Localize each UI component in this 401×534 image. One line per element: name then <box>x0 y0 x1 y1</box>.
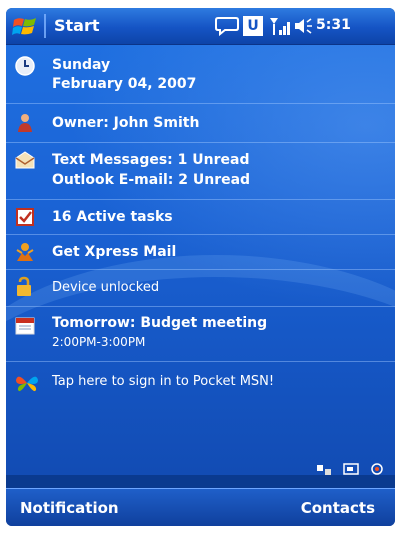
msn-signin-link: Tap here to sign in to Pocket MSN! <box>52 374 275 389</box>
device-lock-status: Device unlocked <box>52 280 160 295</box>
date-day: Sunday <box>52 57 111 73</box>
xpress-mail-link: Get Xpress Mail <box>52 244 177 260</box>
text-messages-status[interactable]: Text Messages: 1 Unread <box>52 152 249 168</box>
tray-icons <box>315 461 385 480</box>
windows-flag-icon[interactable] <box>12 15 38 37</box>
status-badge[interactable]: U <box>243 16 263 36</box>
clock-icon <box>15 56 35 76</box>
msn-butterfly-icon <box>16 376 38 392</box>
today-screen: Sunday February 04, 2007 Owner: John Smi… <box>6 45 395 475</box>
owner-name: Owner: John Smith <box>52 115 200 131</box>
device-screen: Start U 5:31 Sunday February 04, 2007 Ow… <box>6 8 395 526</box>
appointment-title: Tomorrow: Budget meeting <box>52 315 268 331</box>
title-separator <box>44 14 46 38</box>
signal-strength-icon[interactable] <box>268 15 292 37</box>
owner-row[interactable]: Owner: John Smith <box>6 104 395 143</box>
keyboard-icon[interactable] <box>342 462 364 476</box>
contacts-softkey[interactable]: Contacts <box>301 499 375 517</box>
speaker-volume-icon[interactable] <box>293 15 315 37</box>
xpress-mail-row[interactable]: Get Xpress Mail <box>6 235 395 270</box>
device-lock-row[interactable]: Device unlocked <box>6 270 395 307</box>
unlocked-padlock-icon <box>17 276 31 296</box>
clock-time[interactable]: 5:31 <box>316 17 351 33</box>
active-tasks: 16 Active tasks <box>52 209 173 225</box>
task-checkbox-icon <box>16 208 34 226</box>
date-full: February 04, 2007 <box>52 76 197 92</box>
notification-tray <box>6 463 395 488</box>
date-row[interactable]: Sunday February 04, 2007 <box>6 45 395 104</box>
tasks-row[interactable]: 16 Active tasks <box>6 200 395 235</box>
xpress-mail-icon <box>16 243 34 261</box>
chat-bubble-icon[interactable] <box>214 15 240 37</box>
calendar-row[interactable]: Tomorrow: Budget meeting 2:00PM-3:00PM <box>6 307 395 362</box>
calendar-icon <box>15 317 35 335</box>
appointment-time: 2:00PM-3:00PM <box>52 335 146 349</box>
msn-row[interactable]: Tap here to sign in to Pocket MSN! <box>6 362 395 402</box>
start-menu-button[interactable]: Start <box>54 16 100 35</box>
owner-person-icon <box>18 114 32 132</box>
navigation-bar: Start U 5:31 <box>6 8 395 45</box>
soft-key-bar: Notification Contacts <box>6 488 395 526</box>
outlook-email-status[interactable]: Outlook E-mail: 2 Unread <box>52 172 250 188</box>
notification-softkey[interactable]: Notification <box>20 499 119 517</box>
envelope-icon <box>15 151 35 169</box>
connectivity-icon[interactable] <box>315 462 337 476</box>
sync-icon[interactable] <box>369 462 385 476</box>
messages-row[interactable]: Text Messages: 1 Unread Outlook E-mail: … <box>6 143 395 200</box>
